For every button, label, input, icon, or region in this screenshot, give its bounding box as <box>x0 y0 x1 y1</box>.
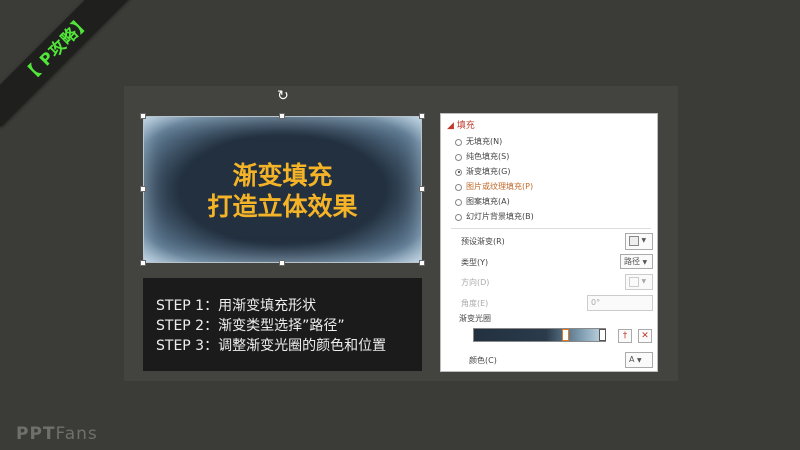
option-picture-fill[interactable]: 图片或纹理填充(P) <box>455 181 533 193</box>
add-gradient-stop-icon[interactable]: † <box>618 329 632 343</box>
fill-section-header[interactable]: ◢ 填充 <box>447 118 475 131</box>
step-1: STEP 1：用渐变填充形状 <box>156 298 317 314</box>
slide-title-line2: 打造立体效果 <box>207 192 358 221</box>
option-gradient-fill[interactable]: 渐变填充(G) <box>455 166 510 178</box>
option-slide-bg-fill[interactable]: 幻灯片背景填充(B) <box>455 211 534 223</box>
resize-handle-n[interactable] <box>279 113 285 119</box>
panel-divider <box>451 228 651 229</box>
chevron-down-icon: ▼ <box>642 259 648 266</box>
resize-handle-s[interactable] <box>279 260 285 266</box>
radio-icon[interactable] <box>455 213 462 221</box>
fill-format-panel: ◢ 填充 无填充(N) 纯色填充(S) 渐变填充(G) 图片或纹理填充(P) 图… <box>440 113 658 372</box>
preset-swatch-icon <box>629 236 639 246</box>
remove-gradient-stop-icon[interactable]: ✕ <box>638 329 652 343</box>
direction-swatch-icon <box>629 277 639 287</box>
radio-icon[interactable] <box>455 183 462 191</box>
slide-title-line1: 渐变填充 <box>232 161 333 190</box>
radio-icon[interactable] <box>455 153 462 161</box>
gradient-type-value: 路径 <box>624 257 640 266</box>
ribbon-label: 【 P攻略】 <box>0 0 135 127</box>
step-3: STEP 3：调整渐变光圈的颜色和位置 <box>156 338 387 354</box>
angle-label: 角度(E) <box>461 299 489 308</box>
gradient-stop[interactable] <box>599 329 606 341</box>
slide-title: 渐变填充 打造立体效果 <box>143 160 422 222</box>
step-2: STEP 2：渐变类型选择”路径” <box>156 318 345 334</box>
resize-handle-se[interactable] <box>419 260 425 266</box>
type-label: 类型(Y) <box>461 258 489 267</box>
chevron-down-icon: ▼ <box>641 278 647 285</box>
brand-logo-part2: Fans <box>55 424 98 444</box>
chevron-down-icon: ▼ <box>637 357 642 364</box>
resize-handle-nw[interactable] <box>140 113 146 119</box>
resize-handle-ne[interactable] <box>419 113 425 119</box>
color-label: 颜色(C) <box>469 356 497 365</box>
brand-logo: PPTFans <box>16 424 98 444</box>
preset-gradient-dropdown[interactable]: ▼ <box>625 233 653 250</box>
option-solid-fill[interactable]: 纯色填充(S) <box>455 151 509 163</box>
brand-logo-part1: PPT <box>16 424 56 444</box>
chevron-down-icon: ▼ <box>641 237 647 244</box>
paint-bucket-icon: A <box>629 355 635 364</box>
rotate-handle-icon[interactable]: ↻ <box>276 89 290 103</box>
steps-box: STEP 1：用渐变填充形状 STEP 2：渐变类型选择”路径” STEP 3：… <box>143 278 422 371</box>
radio-selected-icon[interactable] <box>455 168 462 176</box>
gradient-stops-label: 渐变光圈 <box>459 314 491 323</box>
gradient-stops-bar[interactable] <box>473 328 606 342</box>
color-picker-button[interactable]: A ▼ <box>625 352 653 368</box>
angle-input[interactable]: 0° <box>587 295 653 311</box>
direction-label: 方向(D) <box>461 278 490 287</box>
corner-ribbon: 【 P攻略】 <box>0 0 140 140</box>
radio-icon[interactable] <box>455 198 462 206</box>
angle-value: 0° <box>591 298 601 307</box>
preset-gradient-label: 预设渐变(R) <box>461 237 505 246</box>
option-no-fill[interactable]: 无填充(N) <box>455 136 502 148</box>
direction-dropdown[interactable]: ▼ <box>625 274 653 290</box>
gradient-stop-selected[interactable] <box>562 329 569 341</box>
gradient-type-select[interactable]: 路径 ▼ <box>620 254 653 269</box>
option-pattern-fill[interactable]: 图案填充(A) <box>455 196 510 208</box>
resize-handle-sw[interactable] <box>140 260 146 266</box>
radio-icon[interactable] <box>455 138 462 146</box>
